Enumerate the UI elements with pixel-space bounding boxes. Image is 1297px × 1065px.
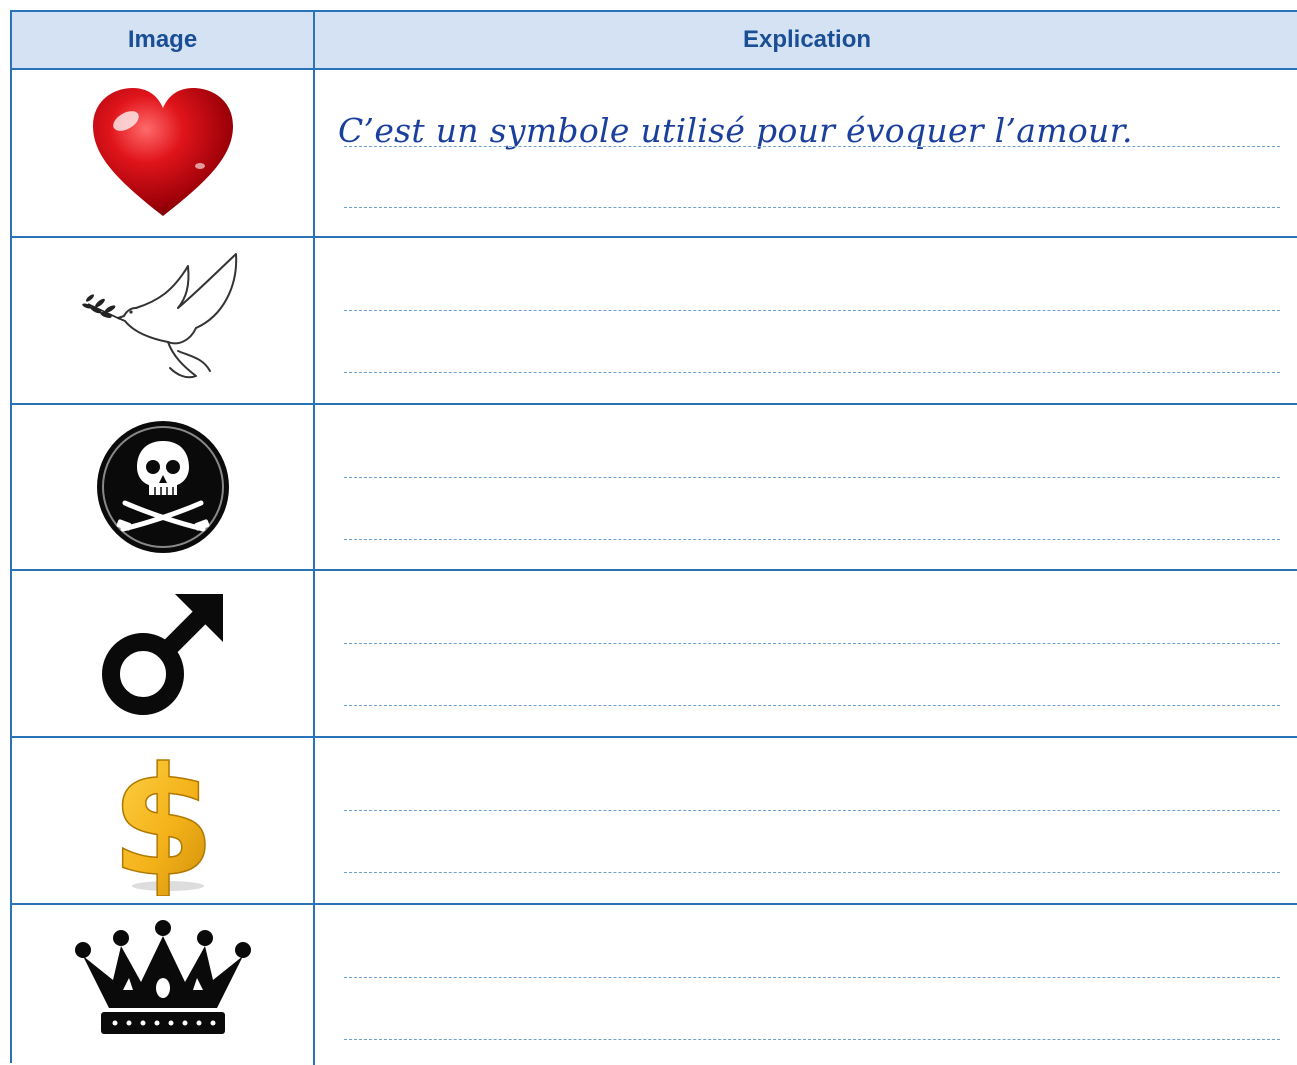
header-image: Image: [127, 26, 198, 53]
male-symbol-icon: [12, 571, 313, 736]
writing-line: [344, 477, 1280, 478]
header-explanation: Explication: [742, 26, 872, 53]
table-header: Image Explication: [12, 12, 1297, 70]
writing-line: [344, 310, 1280, 311]
table-row: [12, 905, 1297, 1065]
writing-line: [344, 643, 1280, 644]
svg-text:$: $: [110, 746, 214, 896]
writing-line: [344, 146, 1280, 147]
symbols-table: Image Explication C’est un symbole utili…: [10, 10, 1297, 1065]
writing-line: [344, 810, 1280, 811]
writing-line: [344, 1039, 1280, 1040]
dollar-icon: $: [12, 738, 313, 903]
writing-line: [344, 872, 1280, 873]
heart-icon: [12, 70, 313, 236]
writing-line: [344, 207, 1280, 208]
writing-line: [344, 539, 1280, 540]
writing-line: [344, 977, 1280, 978]
table-row: [12, 571, 1297, 738]
table-row: [12, 238, 1297, 405]
pirate-skull-icon: [12, 405, 313, 569]
table-row: [12, 405, 1297, 571]
crown-icon: [12, 905, 313, 1065]
table-row: $: [12, 738, 1297, 905]
table-row: C’est un symbole utilisé pour évoquer l’…: [12, 70, 1297, 238]
dove-icon: [12, 238, 313, 403]
explanation-text[interactable]: C’est un symbole utilisé pour évoquer l’…: [338, 111, 1133, 150]
writing-line: [344, 705, 1280, 706]
writing-line: [344, 372, 1280, 373]
column-divider: [313, 12, 315, 1065]
